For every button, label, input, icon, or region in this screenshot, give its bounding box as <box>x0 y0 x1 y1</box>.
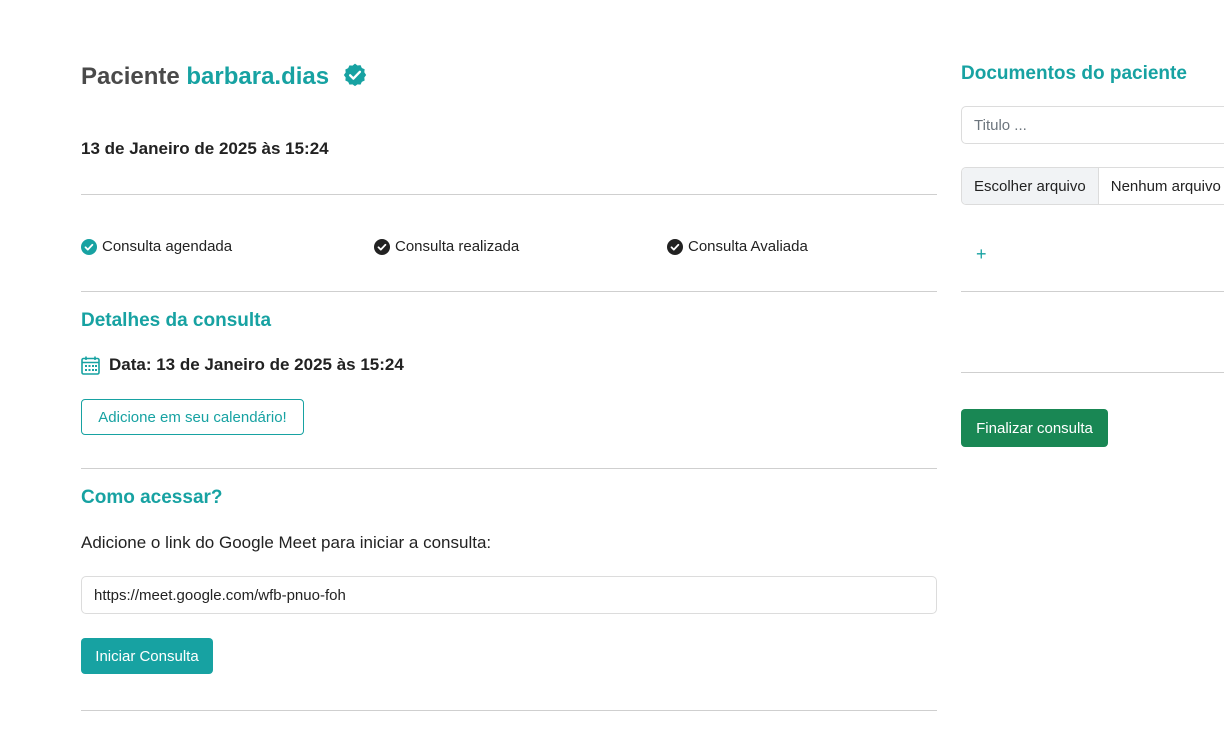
check-circle-icon <box>667 239 683 255</box>
details-date: Data: 13 de Janeiro de 2025 às 15:24 <box>81 352 404 378</box>
status-label: Consulta realizada <box>395 238 520 255</box>
divider <box>961 372 1224 373</box>
divider <box>81 194 937 195</box>
finish-consultation-button[interactable]: Finalizar consulta <box>961 409 1108 447</box>
patient-name: barbara.dias <box>186 63 330 90</box>
calendar-icon <box>81 356 100 375</box>
appointment-datetime: 13 de Janeiro de 2025 às 15:24 <box>81 139 329 158</box>
check-circle-icon <box>374 239 390 255</box>
divider <box>81 710 937 711</box>
details-heading: Detalhes da consulta <box>81 310 272 331</box>
check-circle-icon <box>81 239 97 255</box>
divider <box>81 468 937 469</box>
status-label: Consulta Avaliada <box>688 238 808 255</box>
start-consultation-button[interactable]: Iniciar Consulta <box>81 638 213 674</box>
divider <box>961 291 1224 292</box>
add-to-calendar-button[interactable]: Adicione em seu calendário! <box>81 399 304 435</box>
details-date-text: Data: 13 de Janeiro de 2025 às 15:24 <box>109 355 404 374</box>
add-document-button[interactable]: + <box>976 242 987 266</box>
documents-heading: Documentos do paciente <box>961 63 1187 84</box>
document-title-input[interactable] <box>961 106 1224 144</box>
status-evaluated: Consulta Avaliada <box>667 236 808 258</box>
access-instructions: Adicione o link do Google Meet para inic… <box>81 533 492 552</box>
page-title: Paciente barbara.dias <box>81 60 368 98</box>
status-label: Consulta agendada <box>102 238 233 255</box>
page-title-prefix: Paciente <box>81 63 180 90</box>
badge-check-icon <box>342 62 368 98</box>
meet-link-input[interactable] <box>81 576 937 614</box>
choose-file-button[interactable]: Escolher arquivo <box>962 168 1099 204</box>
status-completed: Consulta realizada <box>374 236 519 258</box>
divider <box>81 291 937 292</box>
status-scheduled: Consulta agendada <box>81 236 232 258</box>
file-picker[interactable]: Escolher arquivo Nenhum arquivo escolhid… <box>961 167 1224 205</box>
access-heading: Como acessar? <box>81 487 223 508</box>
file-status: Nenhum arquivo escolhido <box>1110 177 1224 195</box>
